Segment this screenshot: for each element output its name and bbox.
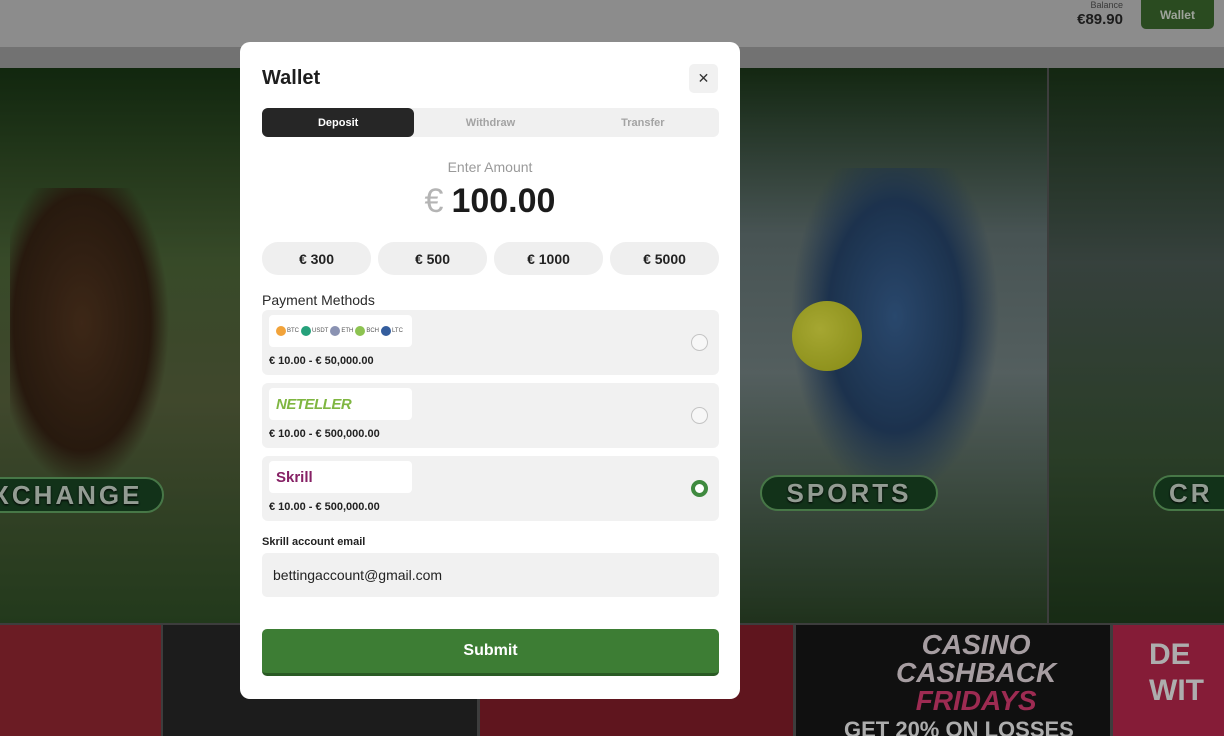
neteller-logo-text: NETELLER bbox=[276, 395, 352, 413]
payment-method-crypto[interactable]: BTC USDT ETH BCH LTC € 10.00 - € 50,000.… bbox=[262, 310, 719, 375]
crypto-limit: € 10.00 - € 50,000.00 bbox=[269, 355, 374, 367]
tab-withdraw[interactable]: Withdraw bbox=[414, 108, 566, 137]
currency-symbol: € bbox=[424, 182, 444, 220]
preset-500-button[interactable]: € 500 bbox=[378, 242, 487, 275]
amount-presets: € 300 € 500 € 1000 € 5000 bbox=[262, 242, 719, 275]
payment-method-neteller[interactable]: NETELLER € 10.00 - € 500,000.00 bbox=[262, 383, 719, 448]
preset-300-button[interactable]: € 300 bbox=[262, 242, 371, 275]
submit-button[interactable]: Submit bbox=[262, 629, 719, 676]
skrill-logo: Skrill bbox=[269, 461, 412, 493]
skrill-radio[interactable] bbox=[691, 480, 708, 497]
wallet-modal: Wallet ✕ Deposit Withdraw Transfer Enter… bbox=[240, 42, 740, 699]
skrill-logo-text: Skrill bbox=[276, 468, 313, 486]
amount-input[interactable]: €100.00 bbox=[240, 182, 740, 221]
neteller-radio[interactable] bbox=[691, 407, 708, 424]
wallet-tabs: Deposit Withdraw Transfer bbox=[262, 108, 719, 137]
close-button[interactable]: ✕ bbox=[689, 64, 718, 93]
skrill-limit: € 10.00 - € 500,000.00 bbox=[269, 501, 380, 513]
tab-deposit[interactable]: Deposit bbox=[262, 108, 415, 137]
neteller-limit: € 10.00 - € 500,000.00 bbox=[269, 428, 380, 440]
ltc-icon: LTC bbox=[381, 326, 403, 336]
skrill-email-input[interactable] bbox=[262, 553, 719, 597]
close-icon: ✕ bbox=[697, 70, 710, 86]
usdt-icon: USDT bbox=[301, 326, 328, 336]
btc-icon: BTC bbox=[276, 326, 299, 336]
eth-icon: ETH bbox=[330, 326, 353, 336]
crypto-logos: BTC USDT ETH BCH LTC bbox=[269, 315, 412, 347]
amount-label: Enter Amount bbox=[447, 159, 533, 175]
crypto-radio[interactable] bbox=[691, 334, 708, 351]
preset-1000-button[interactable]: € 1000 bbox=[494, 242, 603, 275]
skrill-email-label: Skrill account email bbox=[262, 536, 366, 548]
bch-icon: BCH bbox=[355, 326, 379, 336]
neteller-logo: NETELLER bbox=[269, 388, 412, 420]
preset-5000-button[interactable]: € 5000 bbox=[610, 242, 719, 275]
amount-value[interactable]: 100.00 bbox=[451, 182, 555, 220]
modal-title: Wallet bbox=[262, 67, 321, 89]
payment-method-skrill[interactable]: Skrill € 10.00 - € 500,000.00 bbox=[262, 456, 719, 521]
payment-methods-title: Payment Methods bbox=[262, 292, 375, 308]
tab-transfer[interactable]: Transfer bbox=[567, 108, 719, 137]
